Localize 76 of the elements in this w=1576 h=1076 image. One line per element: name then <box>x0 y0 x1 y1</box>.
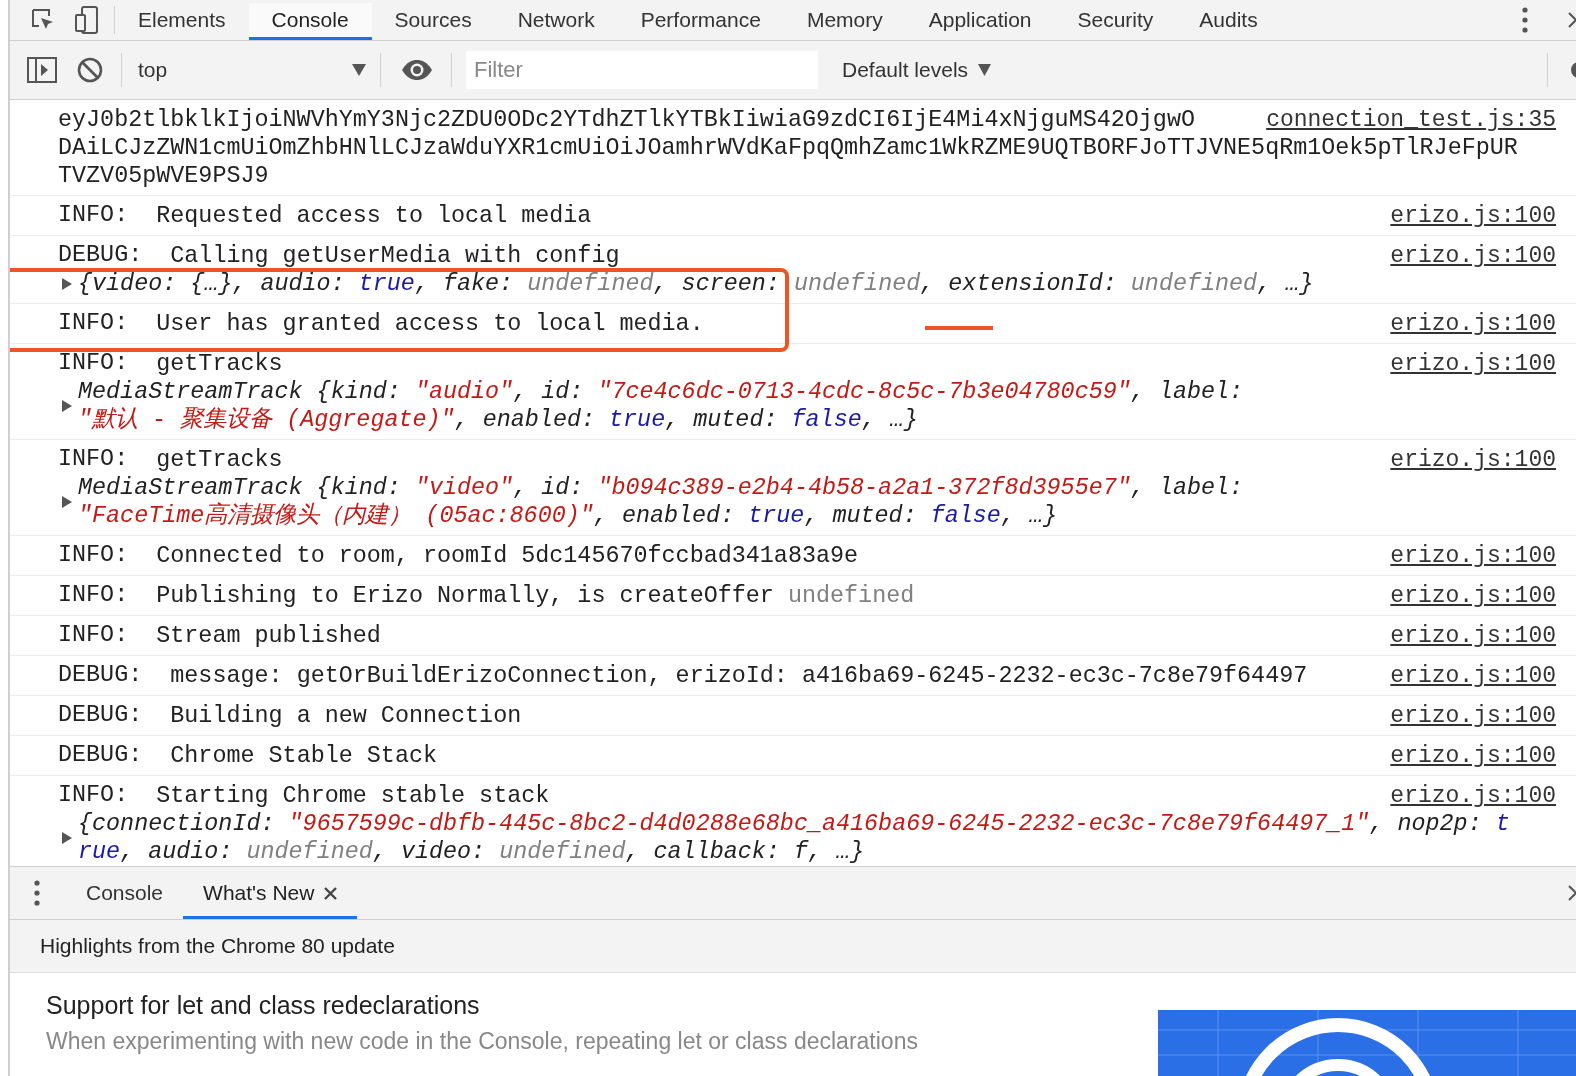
expand-triangle-icon[interactable] <box>62 400 72 412</box>
expand-triangle-icon[interactable] <box>62 278 72 290</box>
panel-heading: Highlights from the Chrome 80 update <box>10 920 1576 973</box>
log-text: {connectionId: "9657599c-dbfb-445c-8bc2-d4d0288e68bc_a416ba69-6245-2232-ec3c-7c8e79f64497_1", nop2p: t <box>78 810 1510 838</box>
source-link[interactable]: erizo.js:100 <box>1390 742 1556 770</box>
log-text: Requested access to local media <box>156 202 592 230</box>
more-menu-icon[interactable] <box>34 880 40 906</box>
source-link[interactable]: erizo.js:100 <box>1390 582 1556 610</box>
source-link[interactable]: erizo.js:100 <box>1390 782 1556 810</box>
caret-icon <box>352 64 366 76</box>
source-link[interactable]: erizo.js:100 <box>1390 202 1556 230</box>
log-level: INFO: <box>58 782 129 810</box>
source-link[interactable]: erizo.js:100 <box>1390 446 1556 474</box>
source-link[interactable]: erizo.js:100 <box>1390 622 1556 650</box>
log-text: MediaStreamTrack {kind: "audio", id: "7ce4c6dc-0713-4cdc-8c5c-7b3e04780c59", label: <box>78 378 1244 406</box>
log-text: Connected to room, roomId 5dc145670fccbad341a83a9e <box>156 542 859 570</box>
log-text: rue, audio: undefined, video: undefined, callback: f, …} <box>78 838 865 866</box>
filter-field[interactable]: Filter <box>466 51 818 89</box>
log-text: "默认 - 聚集设备 (Aggregate)", enabled: true, muted: false, …} <box>78 406 918 434</box>
log-text: TVZV05pWVE9PSJ9 <box>58 162 269 190</box>
log-level: INFO: <box>58 542 129 570</box>
eye-icon[interactable] <box>401 59 433 81</box>
clear-console-icon[interactable] <box>77 57 103 83</box>
article-description: When experimenting with new code in the Console, repeating let or class declarations <box>46 1028 918 1055</box>
log-level: DEBUG: <box>58 702 143 730</box>
log-text: Building a new Connection <box>170 702 522 730</box>
log-text: getTracks <box>156 446 283 474</box>
article-title: Support for let and class redeclarations <box>46 991 481 1020</box>
log-level: INFO: <box>58 622 129 650</box>
sidebar-toggle-icon[interactable] <box>27 57 57 83</box>
log-text: Calling getUserMedia with config <box>170 242 620 270</box>
log-text: "FaceTime高清摄像头（内建） (05ac:8600)", enabled: true, muted: false, …} <box>78 502 1058 530</box>
source-link[interactable]: connection_test.js:35 <box>1266 106 1556 134</box>
source-link[interactable]: erizo.js:100 <box>1390 542 1556 570</box>
log-level: DEBUG: <box>58 742 143 770</box>
source-link[interactable]: erizo.js:100 <box>1390 350 1556 378</box>
expand-triangle-icon[interactable] <box>62 832 72 844</box>
log-text: Chrome Stable Stack <box>170 742 437 770</box>
source-link[interactable]: erizo.js:100 <box>1390 702 1556 730</box>
log-text: {video: {…}, audio: true, fake: undefined, screen: undefined, extensionId: undefined, …} <box>78 270 1314 298</box>
device-icon[interactable] <box>74 5 100 35</box>
panel-tab[interactable]: Elements <box>115 3 249 40</box>
log-text: MediaStreamTrack {kind: "video", id: "b094c389-e2b4-4b58-a2a1-372f8d3955e7", label: <box>78 474 1244 502</box>
panel-tab[interactable]: Console <box>248 3 372 40</box>
more-menu-icon[interactable] <box>1522 7 1528 33</box>
log-level: DEBUG: <box>58 242 143 270</box>
panel-tab[interactable]: Audits <box>1176 3 1281 40</box>
log-level: INFO: <box>58 446 129 474</box>
panel-tab[interactable]: Application <box>905 3 1055 40</box>
panel-tab[interactable]: Sources <box>371 3 495 40</box>
log-text: Stream published <box>156 622 381 650</box>
log-text: User has granted access to local media. <box>156 310 704 338</box>
log-level: INFO: <box>58 310 129 338</box>
log-level: DEBUG: <box>58 662 143 690</box>
log-text: Publishing to Erizo Normally, is createOffer undefined <box>156 582 915 610</box>
context-selector[interactable]: top <box>122 50 380 90</box>
expand-triangle-icon[interactable] <box>62 496 72 508</box>
log-levels-dropdown[interactable]: Default levels <box>836 50 998 90</box>
log-text: DAiLCJzZWN1cmUiOmZhbHNlLCJzaWduYXR1cmUiOiJOamhrWVdKaFpqQmhZamc1WkRZME9UQTBORFJoTTJVNE5qRm1Oek5pTlRJeFpUR <box>58 134 1518 162</box>
log-text: message: getOrBuildErizoConnection, erizoId: a416ba69-6245-2232-ec3c-7c8e79f64497 <box>170 662 1308 690</box>
caret-icon <box>978 64 992 76</box>
panel-tab[interactable]: Security <box>1054 3 1177 40</box>
log-level: INFO: <box>58 202 129 230</box>
panel-tab[interactable]: Performance <box>617 3 784 40</box>
log-text: Starting Chrome stable stack <box>156 782 550 810</box>
panel-tab[interactable]: Memory <box>783 3 906 40</box>
log-level: INFO: <box>58 582 129 610</box>
panel-tab[interactable]: Network <box>494 3 618 40</box>
log-level: INFO: <box>58 350 129 378</box>
log-text: getTracks <box>156 350 283 378</box>
drawer-tab[interactable]: Console <box>66 870 184 919</box>
underline-mark <box>925 326 993 330</box>
source-link[interactable]: erizo.js:100 <box>1390 662 1556 690</box>
source-link[interactable]: erizo.js:100 <box>1390 242 1556 270</box>
log-text: eyJ0b2tlbklkIjoiNWVhYmY3Njc2ZDU0ODc2YTdhZTlkYTBkIiwiaG9zdCI6IjE4Mi4xNjguMS42OjgwO <box>58 106 1195 134</box>
source-link[interactable]: erizo.js:100 <box>1390 310 1556 338</box>
